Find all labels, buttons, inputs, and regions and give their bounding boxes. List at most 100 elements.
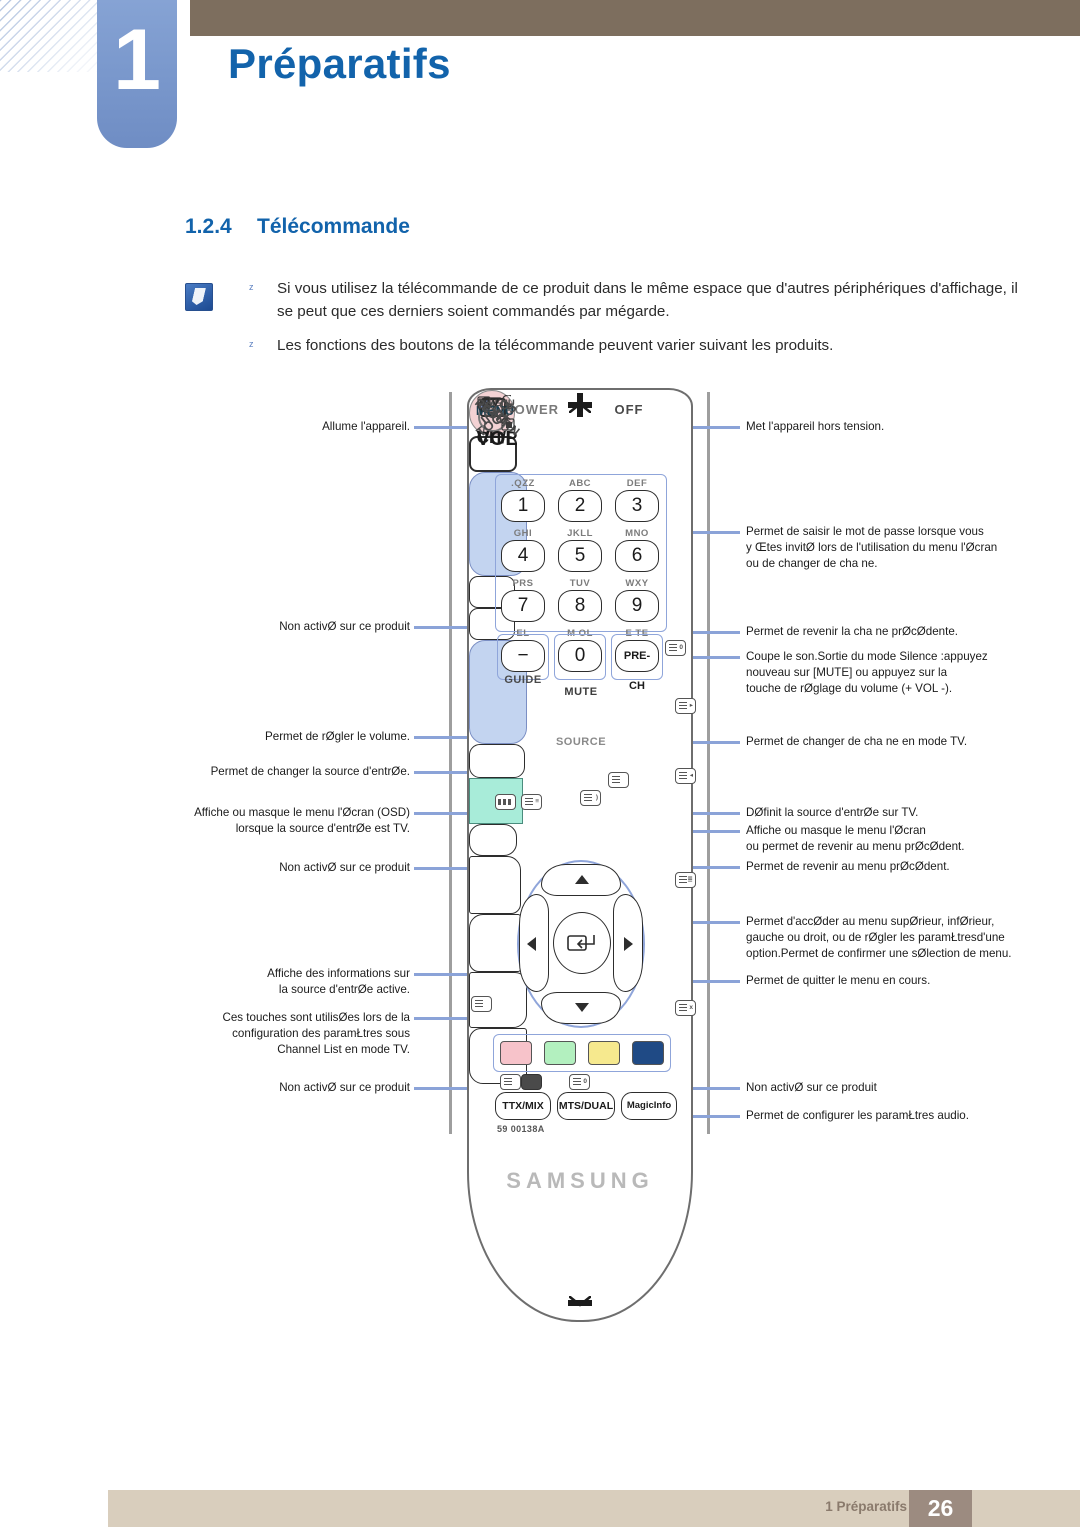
teletext-cancel-icon: x <box>675 1000 696 1016</box>
note-text: Les fonctions des boutons de la télécomm… <box>277 337 834 354</box>
d-menu-button[interactable]: D.MENU <box>469 398 525 778</box>
teletext-page-down-icon: ◂ <box>675 768 696 784</box>
off-label: OFF <box>614 402 644 417</box>
callout-right-prech: Permet de revenir la cha ne prØcØdente. <box>746 625 959 638</box>
key-4[interactable]: 4 <box>501 540 545 572</box>
key-9[interactable]: 9 <box>615 590 659 622</box>
callout-left-info: Affiche des informations sur la source d… <box>267 967 410 996</box>
key-5[interactable]: 5 <box>558 540 602 572</box>
callout-right-numpad: Permet de saisir le mot de passe lorsque… <box>746 525 998 570</box>
dpad-left-icon <box>527 937 536 951</box>
key-7[interactable]: 7 <box>501 590 545 622</box>
color-button-green[interactable] <box>544 1041 576 1065</box>
teletext-reveal-icon: ) <box>580 790 601 806</box>
enter-icon <box>567 935 595 951</box>
note-bullet-icon: z <box>249 339 254 349</box>
callout-right-return: Permet de revenir au menu prØcØdent. <box>746 860 950 873</box>
callout-left-tools: Non activØ sur ce produit <box>279 861 410 874</box>
callout-left-dmenu: Affiche ou masque le menu l'Øcran (OSD) … <box>194 806 410 835</box>
footer-chapter-label: 1 Préparatifs <box>825 1499 907 1514</box>
dpad-enter-button[interactable] <box>553 912 611 974</box>
key-3-letters: DEF <box>626 478 648 489</box>
dpad-right-icon <box>624 937 633 951</box>
teletext-hold-icon: ≣ <box>675 872 696 888</box>
callout-right-mute: Coupe le son.Sortie du mode Silence :app… <box>746 650 988 695</box>
page-footer: 1 Préparatifs 26 <box>108 1490 1080 1527</box>
chapter-header: 1 Préparatifs <box>0 0 1080 160</box>
teletext-store-icon: 0 <box>569 1074 590 1090</box>
ttx-mix-button[interactable]: TTX/MIX <box>495 1092 551 1120</box>
key-5-letters: JKLL <box>567 528 593 539</box>
navigation-dpad[interactable] <box>517 860 645 1028</box>
note-item: z Si vous utilisez la télécommande de ce… <box>185 277 1025 323</box>
callout-right-menu: Affiche ou masque le menu l'Øcran ou per… <box>746 824 965 853</box>
callout-right-mts: Permet de configurer les paramŁtres audi… <box>746 1109 969 1122</box>
callout-left-source: Permet de changer la source d'entrØe. <box>210 765 410 778</box>
note-text: Si vous utilisez la télécommande de ce p… <box>277 280 1018 320</box>
exit-window-icon <box>501 418 515 431</box>
key-3[interactable]: 3 <box>615 490 659 522</box>
tools-button[interactable]: TOOLS <box>469 396 521 914</box>
callout-right-exit: Permet de quitter le menu en cours. <box>746 974 931 987</box>
color-button-yellow[interactable] <box>588 1041 620 1065</box>
key-7-letters: PRS <box>512 578 534 589</box>
tv-button[interactable]: TV <box>469 397 517 856</box>
minus-key[interactable]: − <box>501 640 545 672</box>
guide-rule-left <box>449 392 452 1134</box>
return-button[interactable]: RETURN <box>469 395 523 972</box>
callout-left-power: Allume l'appareil. <box>322 420 410 433</box>
source-label: SOURCE <box>555 736 607 748</box>
callout-left-minus: Non activØ sur ce produit <box>279 620 410 633</box>
callout-left-volume: Permet de rØgler le volume. <box>265 730 410 743</box>
dpad-up-icon <box>575 875 589 884</box>
pre-ch-key[interactable]: PRE-CH <box>615 640 659 692</box>
model-code-label: 59 00138A <box>497 1124 545 1134</box>
callout-right-off: Met l'appareil hors tension. <box>746 420 885 433</box>
zero-key[interactable]: 0 <box>558 640 602 672</box>
remote-control-body: POWER OFF .QZZ 1 ABC 2 DEF 3 GHI 4 JKLL … <box>467 388 696 1322</box>
chapter-number: 1 <box>113 12 161 108</box>
guide-label: GUIDE <box>504 674 542 686</box>
dpad-down-icon <box>575 1003 589 1012</box>
teletext-size-icon <box>495 794 516 810</box>
key-8[interactable]: 8 <box>558 590 602 622</box>
note-block: z Si vous utilisez la télécommande de ce… <box>185 277 1025 368</box>
decorative-hatch-pattern <box>0 0 108 72</box>
magicinfo-button[interactable]: MagicInfo <box>621 1092 677 1120</box>
callout-left-ttx: Non activØ sur ce produit <box>279 1081 410 1094</box>
key-6[interactable]: 6 <box>615 540 659 572</box>
guide-rule-right <box>707 392 710 1134</box>
note-item: z Les fonctions des boutons de la téléco… <box>185 334 1025 357</box>
key-1[interactable]: 1 <box>501 490 545 522</box>
key-4-letters: GHI <box>513 528 533 539</box>
teletext-subpage-icon <box>608 772 629 788</box>
teletext-mix-icon-2 <box>521 1074 542 1090</box>
callout-right-dpad: Permet d'accØder au menu supØrieur, infØ… <box>746 915 1012 960</box>
key-2-letters: ABC <box>568 478 592 489</box>
section-number: 1.2.4 <box>185 215 232 238</box>
teletext-index-icon: 0 <box>665 640 686 656</box>
mts-dual-button[interactable]: MTS/DUAL <box>557 1092 615 1120</box>
key-1-letters: .QZZ <box>511 478 535 489</box>
callout-right-tv: DØfinit la source d'entrØe sur TV. <box>746 806 919 819</box>
header-brown-bar <box>190 0 1080 36</box>
section-title: Télécommande <box>257 215 410 238</box>
teletext-info-icon <box>471 996 492 1012</box>
key-6-letters: MNO <box>625 528 649 539</box>
key-8-letters: TUV <box>569 578 591 589</box>
channel-down-icon <box>569 1296 591 1307</box>
page-number-badge: 26 <box>909 1490 972 1527</box>
samsung-brand-logo: SAMSUNG <box>506 1168 654 1193</box>
color-button-red[interactable] <box>500 1041 532 1065</box>
info-i-glyph: i <box>482 420 487 436</box>
teletext-page-up-icon: ▸ <box>675 698 696 714</box>
callout-right-chp: Permet de changer de cha ne en mode TV. <box>746 735 968 748</box>
callout-right-magicinfo: Non activØ sur ce produit <box>746 1081 877 1094</box>
note-bullet-icon: z <box>249 282 254 292</box>
mute-label: MUTE <box>564 686 598 698</box>
color-button-blue[interactable] <box>632 1041 664 1065</box>
remote-control-figure: Allume l'appareil. Non activØ sur ce pro… <box>0 370 1080 1330</box>
teletext-mix-icon <box>500 1074 521 1090</box>
section-heading: 1.2.4 Télécommande <box>185 215 410 239</box>
key-2[interactable]: 2 <box>558 490 602 522</box>
